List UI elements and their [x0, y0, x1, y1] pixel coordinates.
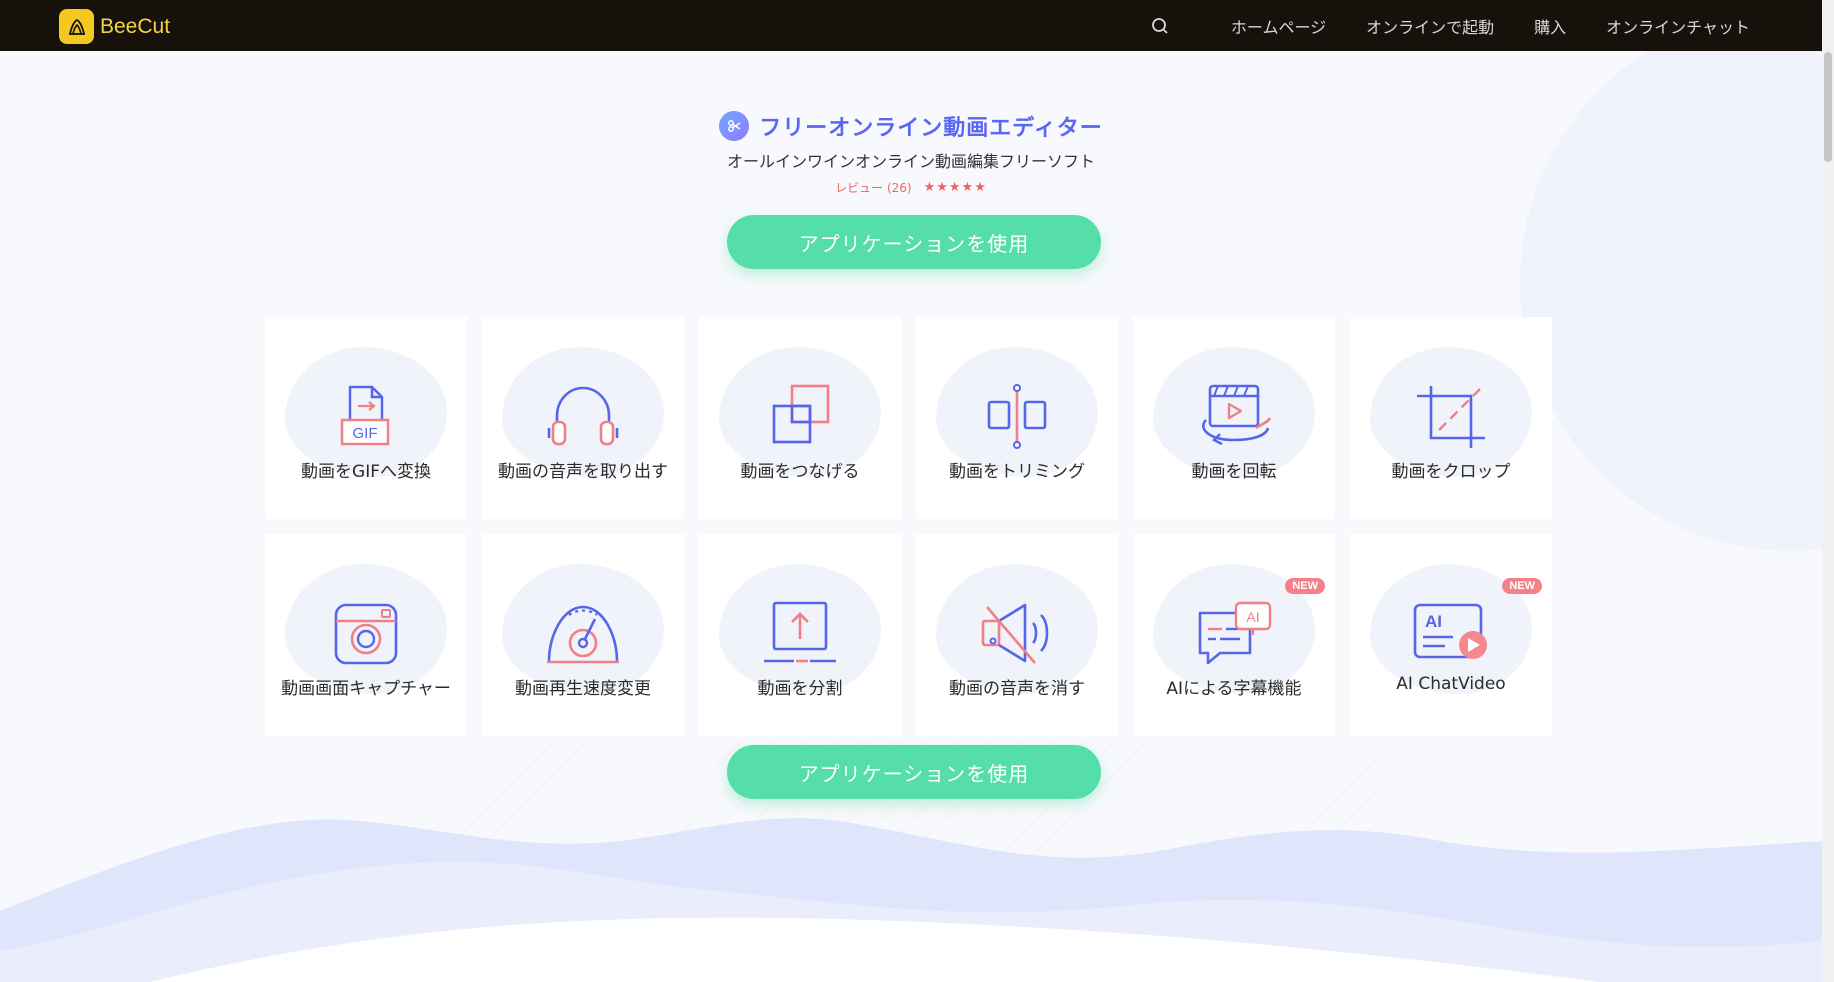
scrollbar-thumb[interactable] [1824, 52, 1832, 162]
rating-row: レビュー (26) ★★★★★ [0, 179, 1822, 196]
review-link[interactable]: レビュー (26) [835, 179, 911, 196]
tool-card-screen-capture[interactable]: 動画画面キャプチャー [265, 534, 467, 736]
tool-card-mute[interactable]: 動画の音声を消す [916, 534, 1118, 736]
star-rating: ★★★★★ [923, 180, 987, 195]
tool-label: 動画を回転 [1191, 462, 1277, 482]
ai-chatvideo-icon: AI [1413, 603, 1487, 659]
tool-card-trim[interactable]: 動画をトリミング [916, 317, 1118, 519]
tool-card-ai-subtitle[interactable]: NEW AI AIによる字幕機能 [1133, 534, 1335, 736]
tool-label: 動画をつなげる [740, 462, 860, 482]
tool-card-merge[interactable]: 動画をつなげる [699, 317, 901, 519]
tool-label: 動画を分割 [757, 679, 843, 699]
bee-logo-icon [59, 9, 94, 44]
use-application-button-bottom[interactable]: アプリケーションを使用 [727, 745, 1101, 799]
page-subtitle: オールインワインオンライン動画編集フリーソフト [726, 152, 1095, 171]
page-scrollbar[interactable] [1822, 0, 1834, 982]
svg-text:GIF: GIF [353, 425, 378, 442]
svg-text:AI: AI [1425, 612, 1442, 631]
tool-card-rotate[interactable]: 動画を回転 [1133, 317, 1335, 519]
use-application-button-top[interactable]: アプリケーションを使用 [727, 215, 1101, 269]
tool-label: AIによる字幕機能 [1166, 679, 1302, 699]
tool-card-split[interactable]: 動画を分割 [699, 534, 901, 736]
tool-label: 動画再生速度変更 [515, 679, 651, 699]
beecut-logo[interactable]: BeeCut [59, 9, 170, 44]
tool-label: 動画の音声を消す [949, 679, 1085, 699]
editor-logo-icon [719, 111, 750, 141]
tool-card-crop[interactable]: 動画をクロップ [1350, 317, 1552, 519]
nav-launch-online[interactable]: オンラインで起動 [1366, 14, 1494, 38]
speed-icon [547, 605, 619, 664]
svg-text:AI: AI [1246, 609, 1259, 625]
tool-label: 動画の音声を取り出す [498, 462, 668, 482]
logo-text: BeeCut [100, 14, 171, 38]
trim-icon [987, 384, 1047, 449]
tool-label: 動画画面キャプチャー [281, 679, 451, 699]
nav-homepage[interactable]: ホームページ [1231, 14, 1326, 38]
tool-card-gif[interactable]: GIF 動画をGIFへ変換 [265, 317, 467, 519]
rotate-icon [1202, 384, 1272, 446]
merge-icon [772, 384, 830, 444]
nav-online-chat[interactable]: オンラインチャット [1606, 14, 1750, 38]
nav-purchase[interactable]: 購入 [1534, 14, 1566, 38]
mute-icon [981, 603, 1049, 664]
main-nav: ホームページ オンラインで起動 購入 オンラインチャット [1149, 0, 1750, 51]
crop-icon [1417, 386, 1485, 448]
ai-subtitle-icon: AI [1198, 601, 1272, 665]
gif-icon: GIF [340, 385, 390, 446]
split-icon [764, 601, 836, 663]
camera-icon [334, 603, 398, 665]
top-navigation-bar: BeeCut ホームページ オンラインで起動 購入 オンラインチャット [0, 0, 1834, 51]
tool-card-speed[interactable]: 動画再生速度変更 [482, 534, 684, 736]
tool-label: 動画をトリミング [949, 462, 1085, 482]
tool-card-extract-audio[interactable]: 動画の音声を取り出す [482, 317, 684, 519]
tool-card-ai-chatvideo[interactable]: NEW AI AI ChatVideo [1350, 534, 1552, 736]
headphones-icon [547, 386, 619, 446]
new-badge: NEW [1285, 578, 1325, 594]
tool-label: 動画をGIFへ変換 [301, 462, 431, 482]
hero-section: フリーオンライン動画エディター オールインワインオンライン動画編集フリーソフト … [0, 110, 1822, 196]
tool-label: 動画をクロップ [1391, 462, 1511, 482]
page-title: フリーオンライン動画エディター [759, 116, 1103, 141]
tool-label: AI ChatVideo [1396, 674, 1506, 694]
new-badge: NEW [1502, 578, 1542, 594]
search-icon[interactable] [1149, 15, 1171, 37]
tool-grid: GIF 動画をGIFへ変換 動画の音声を取り出す 動画をつなげる 動画をトリミン… [265, 317, 1553, 736]
